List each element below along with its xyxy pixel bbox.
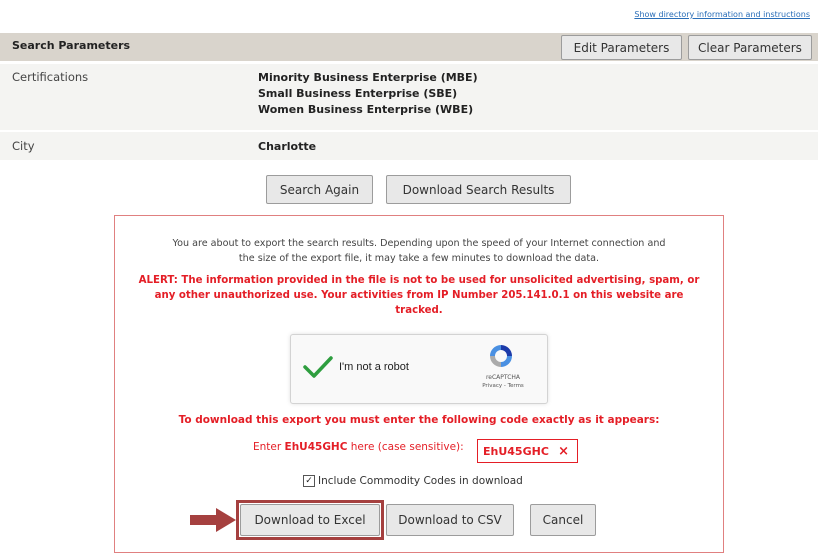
edit-parameters-button[interactable]: Edit Parameters xyxy=(561,35,682,60)
alert-line: tracked. xyxy=(395,305,443,316)
code-input-value: EhU45GHC xyxy=(483,444,549,458)
certification-value: Small Business Enterprise (SBE) xyxy=(258,87,458,100)
cancel-button[interactable]: Cancel xyxy=(530,504,596,536)
alert-line: any other unauthorized use. Your activit… xyxy=(154,290,684,301)
city-row xyxy=(0,132,818,160)
city-label: City xyxy=(12,139,35,153)
city-value: Charlotte xyxy=(258,140,317,153)
download-to-excel-button[interactable]: Download to Excel xyxy=(240,504,380,536)
export-info-line: the size of the export file, it may take… xyxy=(238,253,600,264)
download-to-csv-button[interactable]: Download to CSV xyxy=(386,504,514,536)
clear-input-icon[interactable]: × xyxy=(558,444,569,459)
export-info-text: You are about to export the search resul… xyxy=(128,236,710,266)
enter-suffix: here (case sensitive): xyxy=(350,441,464,453)
recaptcha-brand: reCAPTCHA xyxy=(485,374,521,381)
code-input[interactable]: EhU45GHC × xyxy=(477,439,578,463)
enter-prefix: Enter xyxy=(253,441,282,453)
download-search-results-button[interactable]: Download Search Results xyxy=(386,175,571,204)
verification-code: EhU45GHC xyxy=(284,441,348,453)
clear-parameters-button[interactable]: Clear Parameters xyxy=(688,35,812,60)
include-commodity-label: Include Commodity Codes in download xyxy=(318,475,523,487)
recaptcha-label: I'm not a robot xyxy=(339,361,409,373)
include-commodity-checkbox[interactable]: ✓ xyxy=(303,475,315,487)
code-entry-row: Enter EhU45GHC here (case sensitive): xyxy=(253,441,464,453)
checkmark-icon[interactable] xyxy=(303,355,333,383)
certification-value: Minority Business Enterprise (MBE) xyxy=(258,71,478,84)
search-parameters-title: Search Parameters xyxy=(12,39,131,52)
export-alert-text: ALERT: The information provided in the f… xyxy=(128,273,710,318)
export-info-line: You are about to export the search resul… xyxy=(172,238,666,249)
directory-info-link[interactable]: Show directory information and instructi… xyxy=(634,10,810,19)
code-instruction: To download this export you must enter t… xyxy=(178,414,660,426)
alert-line: ALERT: The information provided in the f… xyxy=(138,275,700,286)
recaptcha-links[interactable]: Privacy - Terms xyxy=(481,383,525,389)
certifications-label: Certifications xyxy=(12,70,89,84)
include-commodity-row[interactable]: ✓ Include Commodity Codes in download xyxy=(303,475,523,487)
pointer-arrow-icon xyxy=(190,506,238,538)
certification-value: Women Business Enterprise (WBE) xyxy=(258,103,474,116)
recaptcha-widget: I'm not a robot reCAPTCHA Privacy - Term… xyxy=(290,334,548,404)
recaptcha-logo-icon xyxy=(488,343,514,373)
search-again-button[interactable]: Search Again xyxy=(266,175,373,204)
